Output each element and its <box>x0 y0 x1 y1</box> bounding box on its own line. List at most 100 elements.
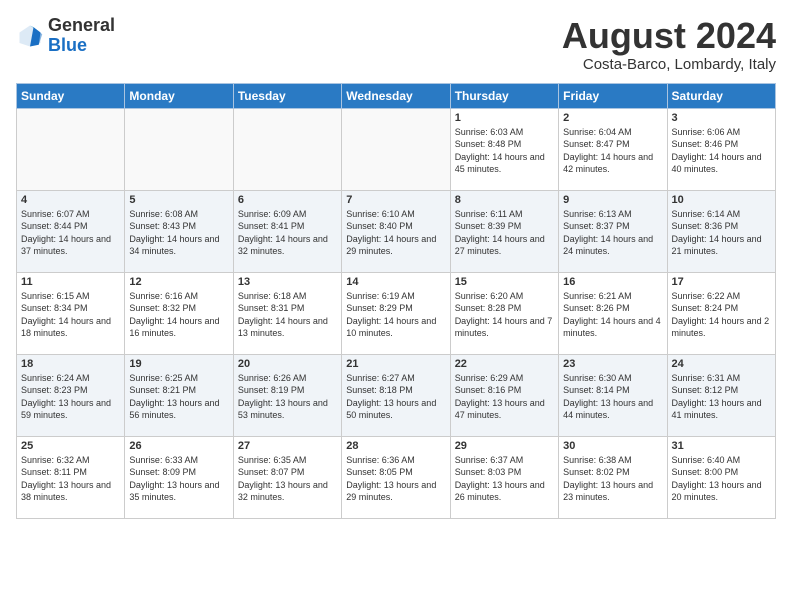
calendar-day: 17Sunrise: 6:22 AM Sunset: 8:24 PM Dayli… <box>667 272 775 354</box>
day-info: Sunrise: 6:07 AM Sunset: 8:44 PM Dayligh… <box>21 208 120 258</box>
day-info: Sunrise: 6:37 AM Sunset: 8:03 PM Dayligh… <box>455 454 554 504</box>
calendar-table: SundayMondayTuesdayWednesdayThursdayFrid… <box>16 83 776 519</box>
calendar-day: 26 Sunrise: 6:33 AM Sunset: 8:09 PM Dayli… <box>125 436 233 518</box>
calendar-week: 11 Sunrise: 6:15 AM Sunset: 8:34 PM Dayli… <box>17 272 776 354</box>
day-number: 23 <box>563 358 662 370</box>
day-number: 8 <box>455 194 554 206</box>
calendar-day: 25 Sunrise: 6:32 AM Sunset: 8:11 PM Dayli… <box>17 436 125 518</box>
calendar-day: 21 Sunrise: 6:27 AM Sunset: 8:18 PM Dayli… <box>342 354 450 436</box>
day-number: 7 <box>346 194 445 206</box>
calendar-day: 23 Sunrise: 6:30 AM Sunset: 8:14 PM Dayli… <box>559 354 667 436</box>
day-number: 15 <box>455 276 554 288</box>
calendar-day: 27 Sunrise: 6:35 AM Sunset: 8:07 PM Dayli… <box>233 436 341 518</box>
day-number: 2 <box>563 112 662 124</box>
logo-icon <box>16 22 44 50</box>
day-number: 18 <box>21 358 120 370</box>
day-info: Sunrise: 6:31 AM Sunset: 8:12 PM Dayligh… <box>672 372 771 422</box>
page: General Blue August 2024 Costa-Barco, Lo… <box>0 0 792 529</box>
calendar-week: 4 Sunrise: 6:07 AM Sunset: 8:44 PM Daylig… <box>17 190 776 272</box>
calendar-day <box>17 108 125 190</box>
day-info: Sunrise: 6:40 AM Sunset: 8:00 PM Dayligh… <box>672 454 771 504</box>
logo-text: General Blue <box>48 16 115 56</box>
day-info: Sunrise: 6:09 AM Sunset: 8:41 PM Dayligh… <box>238 208 337 258</box>
day-number: 14 <box>346 276 445 288</box>
day-number: 12 <box>129 276 228 288</box>
day-info: Sunrise: 6:03 AM Sunset: 8:48 PM Dayligh… <box>455 126 554 176</box>
day-info: Sunrise: 6:16 AM Sunset: 8:32 PM Dayligh… <box>129 290 228 340</box>
day-info: Sunrise: 6:29 AM Sunset: 8:16 PM Dayligh… <box>455 372 554 422</box>
calendar-day: 3 Sunrise: 6:06 AM Sunset: 8:46 PM Daylig… <box>667 108 775 190</box>
day-number: 13 <box>238 276 337 288</box>
day-number: 19 <box>129 358 228 370</box>
day-info: Sunrise: 6:27 AM Sunset: 8:18 PM Dayligh… <box>346 372 445 422</box>
day-number: 28 <box>346 440 445 452</box>
day-info: Sunrise: 6:19 AM Sunset: 8:29 PM Dayligh… <box>346 290 445 340</box>
calendar-day: 31 Sunrise: 6:40 AM Sunset: 8:00 PM Dayli… <box>667 436 775 518</box>
calendar-week: 1Sunrise: 6:03 AM Sunset: 8:48 PM Daylig… <box>17 108 776 190</box>
day-number: 31 <box>672 440 771 452</box>
day-info: Sunrise: 6:30 AM Sunset: 8:14 PM Dayligh… <box>563 372 662 422</box>
day-info: Sunrise: 6:08 AM Sunset: 8:43 PM Dayligh… <box>129 208 228 258</box>
day-number: 4 <box>21 194 120 206</box>
calendar-day: 10 Sunrise: 6:14 AM Sunset: 8:36 PM Dayli… <box>667 190 775 272</box>
calendar-day: 22 Sunrise: 6:29 AM Sunset: 8:16 PM Dayli… <box>450 354 558 436</box>
day-number: 27 <box>238 440 337 452</box>
calendar-day: 5 Sunrise: 6:08 AM Sunset: 8:43 PM Daylig… <box>125 190 233 272</box>
weekday-header: Thursday <box>450 83 558 108</box>
header: General Blue August 2024 Costa-Barco, Lo… <box>16 16 776 73</box>
day-number: 16 <box>563 276 662 288</box>
day-info: Sunrise: 6:24 AM Sunset: 8:23 PM Dayligh… <box>21 372 120 422</box>
calendar-day: 6 Sunrise: 6:09 AM Sunset: 8:41 PM Daylig… <box>233 190 341 272</box>
day-info: Sunrise: 6:10 AM Sunset: 8:40 PM Dayligh… <box>346 208 445 258</box>
day-info: Sunrise: 6:04 AM Sunset: 8:47 PM Dayligh… <box>563 126 662 176</box>
day-number: 26 <box>129 440 228 452</box>
day-number: 5 <box>129 194 228 206</box>
day-info: Sunrise: 6:15 AM Sunset: 8:34 PM Dayligh… <box>21 290 120 340</box>
day-info: Sunrise: 6:26 AM Sunset: 8:19 PM Dayligh… <box>238 372 337 422</box>
calendar-day: 24 Sunrise: 6:31 AM Sunset: 8:12 PM Dayli… <box>667 354 775 436</box>
day-number: 9 <box>563 194 662 206</box>
calendar-day: 29Sunrise: 6:37 AM Sunset: 8:03 PM Dayli… <box>450 436 558 518</box>
day-number: 10 <box>672 194 771 206</box>
calendar-day: 28Sunrise: 6:36 AM Sunset: 8:05 PM Dayli… <box>342 436 450 518</box>
calendar-week: 18 Sunrise: 6:24 AM Sunset: 8:23 PM Dayli… <box>17 354 776 436</box>
calendar-day: 19 Sunrise: 6:25 AM Sunset: 8:21 PM Dayli… <box>125 354 233 436</box>
calendar-day: 4 Sunrise: 6:07 AM Sunset: 8:44 PM Daylig… <box>17 190 125 272</box>
day-info: Sunrise: 6:14 AM Sunset: 8:36 PM Dayligh… <box>672 208 771 258</box>
day-info: Sunrise: 6:06 AM Sunset: 8:46 PM Dayligh… <box>672 126 771 176</box>
logo: General Blue <box>16 16 115 56</box>
day-info: Sunrise: 6:33 AM Sunset: 8:09 PM Dayligh… <box>129 454 228 504</box>
day-number: 25 <box>21 440 120 452</box>
calendar-day: 20 Sunrise: 6:26 AM Sunset: 8:19 PM Dayli… <box>233 354 341 436</box>
day-number: 21 <box>346 358 445 370</box>
calendar-day: 13Sunrise: 6:18 AM Sunset: 8:31 PM Dayli… <box>233 272 341 354</box>
day-number: 24 <box>672 358 771 370</box>
day-number: 6 <box>238 194 337 206</box>
calendar-day <box>125 108 233 190</box>
calendar-day: 18 Sunrise: 6:24 AM Sunset: 8:23 PM Dayli… <box>17 354 125 436</box>
calendar-day <box>233 108 341 190</box>
day-info: Sunrise: 6:21 AM Sunset: 8:26 PM Dayligh… <box>563 290 662 340</box>
header-row: SundayMondayTuesdayWednesdayThursdayFrid… <box>17 83 776 108</box>
calendar-day: 16 Sunrise: 6:21 AM Sunset: 8:26 PM Dayli… <box>559 272 667 354</box>
weekday-header: Monday <box>125 83 233 108</box>
day-number: 11 <box>21 276 120 288</box>
day-info: Sunrise: 6:22 AM Sunset: 8:24 PM Dayligh… <box>672 290 771 340</box>
logo-blue: Blue <box>48 35 87 55</box>
weekday-header: Saturday <box>667 83 775 108</box>
day-number: 20 <box>238 358 337 370</box>
day-info: Sunrise: 6:13 AM Sunset: 8:37 PM Dayligh… <box>563 208 662 258</box>
calendar-day: 12 Sunrise: 6:16 AM Sunset: 8:32 PM Dayli… <box>125 272 233 354</box>
calendar-day: 30Sunrise: 6:38 AM Sunset: 8:02 PM Dayli… <box>559 436 667 518</box>
day-number: 22 <box>455 358 554 370</box>
calendar-day: 7 Sunrise: 6:10 AM Sunset: 8:40 PM Daylig… <box>342 190 450 272</box>
location: Costa-Barco, Lombardy, Italy <box>562 56 776 73</box>
day-number: 3 <box>672 112 771 124</box>
title-block: August 2024 Costa-Barco, Lombardy, Italy <box>562 16 776 73</box>
calendar-week: 25 Sunrise: 6:32 AM Sunset: 8:11 PM Dayli… <box>17 436 776 518</box>
day-info: Sunrise: 6:32 AM Sunset: 8:11 PM Dayligh… <box>21 454 120 504</box>
day-info: Sunrise: 6:20 AM Sunset: 8:28 PM Dayligh… <box>455 290 554 340</box>
day-info: Sunrise: 6:25 AM Sunset: 8:21 PM Dayligh… <box>129 372 228 422</box>
calendar-day: 1Sunrise: 6:03 AM Sunset: 8:48 PM Daylig… <box>450 108 558 190</box>
day-info: Sunrise: 6:35 AM Sunset: 8:07 PM Dayligh… <box>238 454 337 504</box>
